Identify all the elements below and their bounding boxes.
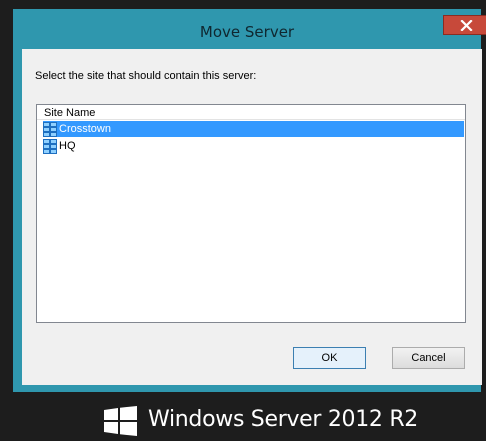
move-server-dialog: Move Server Select the site that should …	[13, 9, 486, 392]
windows-logo-icon	[104, 406, 137, 436]
ok-button[interactable]: OK	[293, 347, 366, 369]
list-item-label: HQ	[59, 140, 76, 152]
dialog-body: Select the site that should contain this…	[22, 49, 482, 385]
instruction-text: Select the site that should contain this…	[35, 70, 257, 82]
dialog-title: Move Server	[199, 23, 295, 41]
list-item-crosstown[interactable]: Crosstown	[43, 121, 464, 137]
site-list[interactable]: Site Name Crosstown HQ	[36, 104, 466, 323]
branding-text: Windows Server 2012 R2	[148, 407, 419, 432]
site-icon	[43, 139, 57, 154]
list-item-label: Crosstown	[59, 123, 111, 135]
column-header-label: Site Name	[44, 107, 96, 119]
site-icon	[43, 122, 57, 137]
cancel-button[interactable]: Cancel	[392, 347, 465, 369]
title-bar[interactable]: Move Server	[13, 9, 486, 49]
close-button[interactable]	[443, 15, 486, 35]
column-header-site-name[interactable]: Site Name	[37, 105, 465, 120]
close-icon	[460, 20, 473, 31]
list-item-hq[interactable]: HQ	[43, 138, 464, 154]
